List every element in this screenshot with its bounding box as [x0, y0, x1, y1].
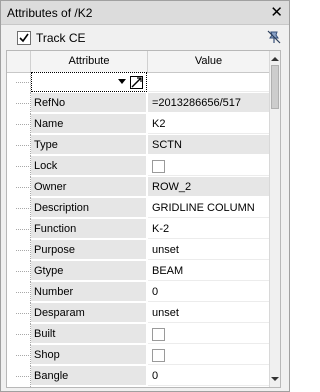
row-gutter	[7, 240, 31, 261]
table-row[interactable]: Built	[7, 324, 280, 345]
attribute-value[interactable]: =2013286656/517	[148, 93, 269, 113]
check-icon	[19, 33, 29, 43]
attribute-value[interactable]: 0	[148, 366, 269, 386]
header-value[interactable]: Value	[148, 51, 269, 72]
value-checkbox[interactable]	[152, 160, 165, 173]
toolbar: Track CE	[1, 25, 289, 50]
table-row[interactable]: Desparam unset	[7, 303, 280, 324]
header-gutter	[7, 51, 31, 72]
scroll-thumb[interactable]	[271, 65, 279, 109]
attribute-name: Purpose	[31, 240, 147, 260]
table-row[interactable]: Description GRIDLINE COLUMN	[7, 198, 280, 219]
vertical-scrollbar[interactable]	[269, 51, 280, 387]
attribute-name: Built	[31, 324, 147, 344]
row-gutter	[7, 366, 31, 387]
title-bar: Attributes of /K2 ✕	[1, 1, 289, 25]
new-attribute-value[interactable]	[148, 72, 269, 92]
attribute-name: Type	[31, 135, 147, 155]
attribute-name: Description	[31, 198, 147, 218]
attribute-name: Gtype	[31, 261, 147, 281]
attribute-name: Bangle	[31, 366, 147, 386]
attribute-value[interactable]: unset	[148, 303, 269, 323]
attribute-name: Number	[31, 282, 147, 302]
attributes-grid: Attribute Value RefNo =2013286656/517 Na…	[6, 50, 281, 388]
attribute-checkbox-cell[interactable]	[148, 324, 269, 344]
table-row[interactable]: Name K2	[7, 114, 280, 135]
row-gutter	[7, 345, 31, 366]
row-gutter	[7, 198, 31, 219]
table-row[interactable]: Bangle 0	[7, 366, 280, 387]
row-gutter	[7, 219, 31, 240]
attribute-checkbox-cell[interactable]	[148, 156, 269, 176]
scroll-down-icon[interactable]	[271, 377, 279, 381]
table-row[interactable]: Lock	[7, 156, 280, 177]
attribute-value[interactable]: unset	[148, 240, 269, 260]
table-row[interactable]: Gtype BEAM	[7, 261, 280, 282]
attributes-panel: Attributes of /K2 ✕ Track CE Attribute V…	[0, 0, 290, 392]
row-gutter	[7, 261, 31, 282]
table-row[interactable]: Function K-2	[7, 219, 280, 240]
edit-icon[interactable]	[130, 76, 143, 92]
table-row[interactable]: Type SCTN	[7, 135, 280, 156]
attribute-checkbox-cell[interactable]	[148, 345, 269, 365]
attribute-value[interactable]: BEAM	[148, 261, 269, 281]
attribute-name: RefNo	[31, 93, 147, 113]
grid-rows: RefNo =2013286656/517 Name K2 Type SCTN Lock Ow…	[7, 72, 280, 387]
table-row[interactable]: Number 0	[7, 282, 280, 303]
value-checkbox[interactable]	[152, 328, 165, 341]
track-ce-checkbox[interactable]	[17, 31, 31, 45]
row-gutter	[7, 93, 31, 114]
attribute-value[interactable]: 0	[148, 282, 269, 302]
row-gutter	[7, 156, 31, 177]
pin-icon[interactable]	[267, 30, 281, 47]
attribute-value[interactable]: GRIDLINE COLUMN	[148, 198, 269, 218]
chevron-down-icon[interactable]	[118, 79, 126, 84]
value-checkbox[interactable]	[152, 349, 165, 362]
row-gutter	[7, 303, 31, 324]
close-icon[interactable]: ✕	[270, 3, 283, 21]
attribute-value[interactable]: K-2	[148, 219, 269, 239]
table-row[interactable]: Owner ROW_2	[7, 177, 280, 198]
row-gutter	[7, 135, 31, 156]
grid-header: Attribute Value	[7, 51, 280, 73]
row-gutter	[7, 177, 31, 198]
panel-title: Attributes of /K2	[7, 6, 93, 20]
attribute-name: Function	[31, 219, 147, 239]
attribute-value[interactable]: K2	[148, 114, 269, 134]
row-gutter	[7, 114, 31, 135]
attribute-name: Desparam	[31, 303, 147, 323]
row-gutter	[7, 72, 31, 93]
attribute-selector[interactable]	[31, 72, 147, 92]
attribute-name: Shop	[31, 345, 147, 365]
attribute-value[interactable]: SCTN	[148, 135, 269, 155]
attribute-name: Owner	[31, 177, 147, 197]
track-ce-label: Track CE	[36, 31, 86, 45]
table-row[interactable]: Shop	[7, 345, 280, 366]
attribute-value[interactable]: ROW_2	[148, 177, 269, 197]
attribute-name: Name	[31, 114, 147, 134]
header-attribute[interactable]: Attribute	[31, 51, 148, 72]
new-attribute-row	[7, 72, 280, 93]
row-gutter	[7, 324, 31, 345]
scroll-up-icon[interactable]	[271, 57, 279, 61]
attribute-name: Lock	[31, 156, 147, 176]
table-row[interactable]: RefNo =2013286656/517	[7, 93, 280, 114]
table-row[interactable]: Purpose unset	[7, 240, 280, 261]
row-gutter	[7, 282, 31, 303]
